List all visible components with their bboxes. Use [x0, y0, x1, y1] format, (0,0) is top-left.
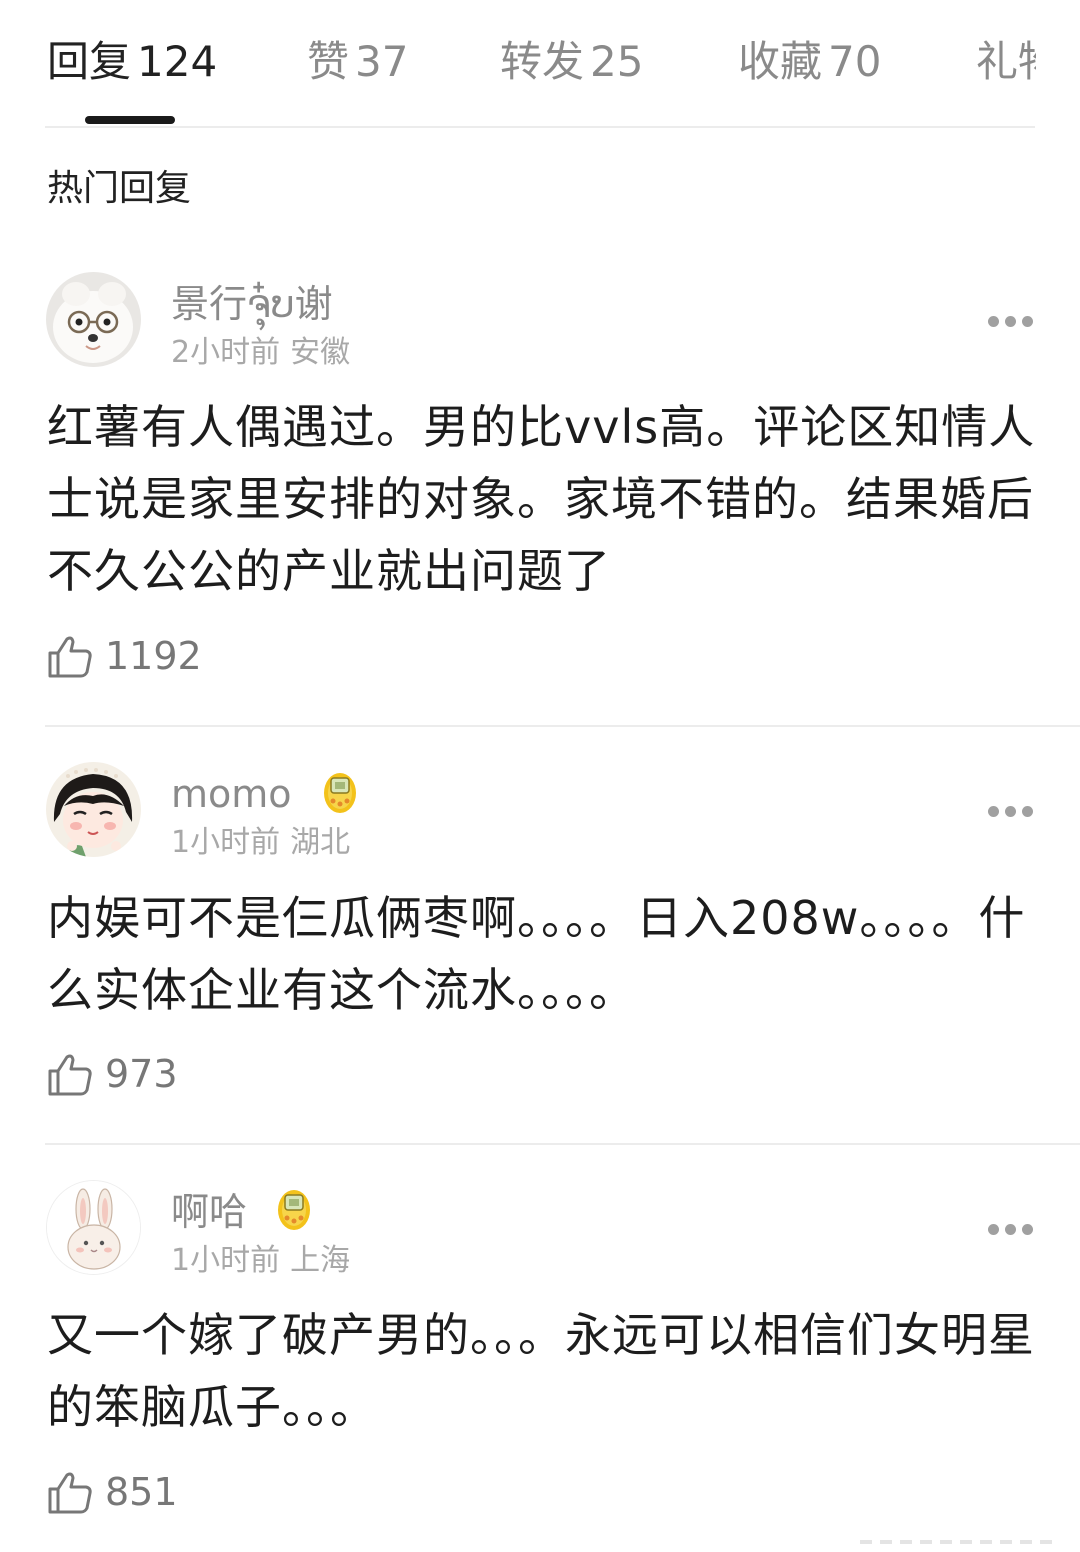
like-count: 851 — [105, 1470, 178, 1514]
tab-replies-label: 回复 — [47, 37, 132, 86]
comment-location: 安徽 — [290, 335, 351, 370]
more-options-icon[interactable] — [988, 316, 1034, 328]
tab-favorites-count: 70 — [828, 37, 882, 86]
tab-favorites-label: 收藏 — [738, 37, 823, 86]
tab-reposts-count: 25 — [590, 37, 644, 86]
comment-time: 1小时前 — [171, 1243, 281, 1278]
tab-likes-label: 赞 — [307, 37, 350, 86]
thumbs-up-icon — [48, 636, 92, 678]
tab-likes-count: 37 — [355, 37, 409, 86]
tamagotchi-badge-icon — [276, 1187, 312, 1231]
comment-text: 红薯有人偶遇过。男的比vvls高。评论区知情人士说是家里安排的对象。家境不错的。… — [47, 400, 1036, 598]
like-count: 973 — [105, 1052, 178, 1096]
thumbs-up-icon — [48, 1472, 92, 1514]
active-tab-indicator — [85, 116, 175, 124]
tab-reposts-label: 转发 — [500, 37, 585, 86]
dog-with-glasses-avatar[interactable] — [46, 272, 141, 367]
username[interactable]: momo — [171, 770, 292, 818]
tab-bar: 回复124 赞37 转发25 收藏70 礼物 — [0, 0, 1080, 128]
bunny-avatar[interactable] — [46, 1180, 141, 1275]
cartoon-girl-avatar[interactable] — [46, 762, 141, 857]
section-title: 热门回复 — [47, 168, 192, 209]
comment-meta: 1小时前 上海 — [171, 1241, 350, 1281]
tab-reposts[interactable]: 转发 25 — [500, 34, 643, 90]
comment-location: 湖北 — [290, 825, 351, 860]
comment-time: 1小时前 — [171, 825, 281, 860]
comment-time: 2小时前 — [171, 335, 281, 370]
tab-replies[interactable]: 回复 124 — [47, 34, 217, 90]
like-count: 1192 — [105, 634, 202, 678]
username[interactable]: 啊哈 — [171, 1188, 247, 1236]
comment-location: 上海 — [290, 1243, 351, 1278]
tamagotchi-badge-icon — [322, 770, 358, 814]
tab-gifts[interactable]: 礼物 — [976, 34, 1036, 90]
comment-text: 内娱可不是仨瓜俩枣啊。。。。日入208w。。。。什么实体企业有这个流水。。。。 — [47, 891, 1026, 1017]
username[interactable]: 景行ຈຸ໋ບ谢 — [171, 280, 333, 328]
thumbs-up-icon — [48, 1054, 92, 1096]
tab-likes[interactable]: 赞 37 — [307, 34, 408, 90]
tab-gifts-label: 礼物 — [976, 37, 1036, 86]
comment-divider — [45, 1143, 1080, 1145]
tab-favorites[interactable]: 收藏 70 — [738, 34, 881, 90]
comment-text: 又一个嫁了破产男的。。。永远可以相信们女明星的笨脑瓜子。。。 — [47, 1308, 1035, 1434]
comment-meta: 2小时前 安徽 — [171, 333, 350, 373]
comment-meta: 1小时前 湖北 — [171, 823, 350, 863]
tab-gifts-clip: 礼物 — [976, 0, 1036, 110]
comment-divider — [45, 725, 1080, 727]
scroll-indicator — [860, 1540, 1052, 1544]
tab-replies-count: 124 — [137, 37, 218, 86]
more-options-icon[interactable] — [988, 1224, 1034, 1236]
tabs-divider — [45, 126, 1035, 128]
more-options-icon[interactable] — [988, 806, 1034, 818]
